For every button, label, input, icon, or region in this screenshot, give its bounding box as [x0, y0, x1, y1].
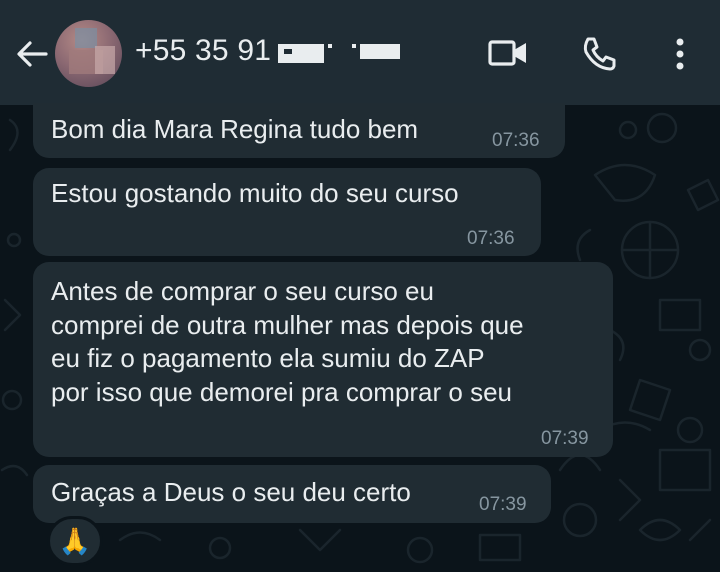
- message-text: Antes de comprar o seu curso eu: [51, 276, 434, 306]
- message-bubble[interactable]: Graças a Deus o seu deu certo 07:39: [33, 465, 551, 523]
- back-button[interactable]: [12, 34, 52, 74]
- message-time: 07:36: [492, 130, 540, 151]
- video-camera-icon: [488, 40, 526, 66]
- message-bubble[interactable]: Antes de comprar o seu curso eu comprei …: [33, 262, 613, 457]
- message-bubble[interactable]: Estou gostando muito do seu curso 07:36: [33, 168, 541, 256]
- chat-header: +55 35 91: [0, 0, 720, 105]
- message-reaction[interactable]: 🙏: [47, 516, 103, 566]
- message-text: Bom dia Mara Regina tudo bem: [51, 114, 419, 144]
- voice-call-button[interactable]: [580, 34, 620, 74]
- contact-name[interactable]: +55 35 91: [135, 34, 271, 68]
- redaction-mark: [278, 44, 324, 63]
- message-bubble[interactable]: Bom dia Mara Regina tudo bem 07:36: [33, 103, 565, 158]
- message-text: Estou gostando muito do seu curso: [51, 178, 459, 208]
- message-time: 07:39: [479, 494, 527, 515]
- redaction-mark: [352, 44, 356, 48]
- more-vertical-icon: [676, 38, 684, 70]
- message-time: 07:36: [467, 228, 515, 249]
- redaction-mark: [360, 44, 400, 59]
- phone-icon: [583, 37, 616, 71]
- message-text: eu fiz o pagamento ela sumiu do ZAP: [51, 343, 485, 373]
- praying-hands-emoji: 🙏: [58, 525, 92, 556]
- contact-avatar[interactable]: [55, 20, 122, 87]
- video-call-button[interactable]: [488, 34, 528, 74]
- more-options-button[interactable]: [660, 34, 700, 74]
- arrow-left-icon: [17, 41, 48, 67]
- message-time: 07:39: [541, 428, 589, 449]
- message-text: Graças a Deus o seu deu certo: [51, 477, 411, 507]
- redaction-mark: [328, 44, 332, 48]
- message-text: comprei de outra mulher mas depois que: [51, 310, 524, 340]
- message-text: por isso que demorei pra comprar o seu: [51, 377, 513, 407]
